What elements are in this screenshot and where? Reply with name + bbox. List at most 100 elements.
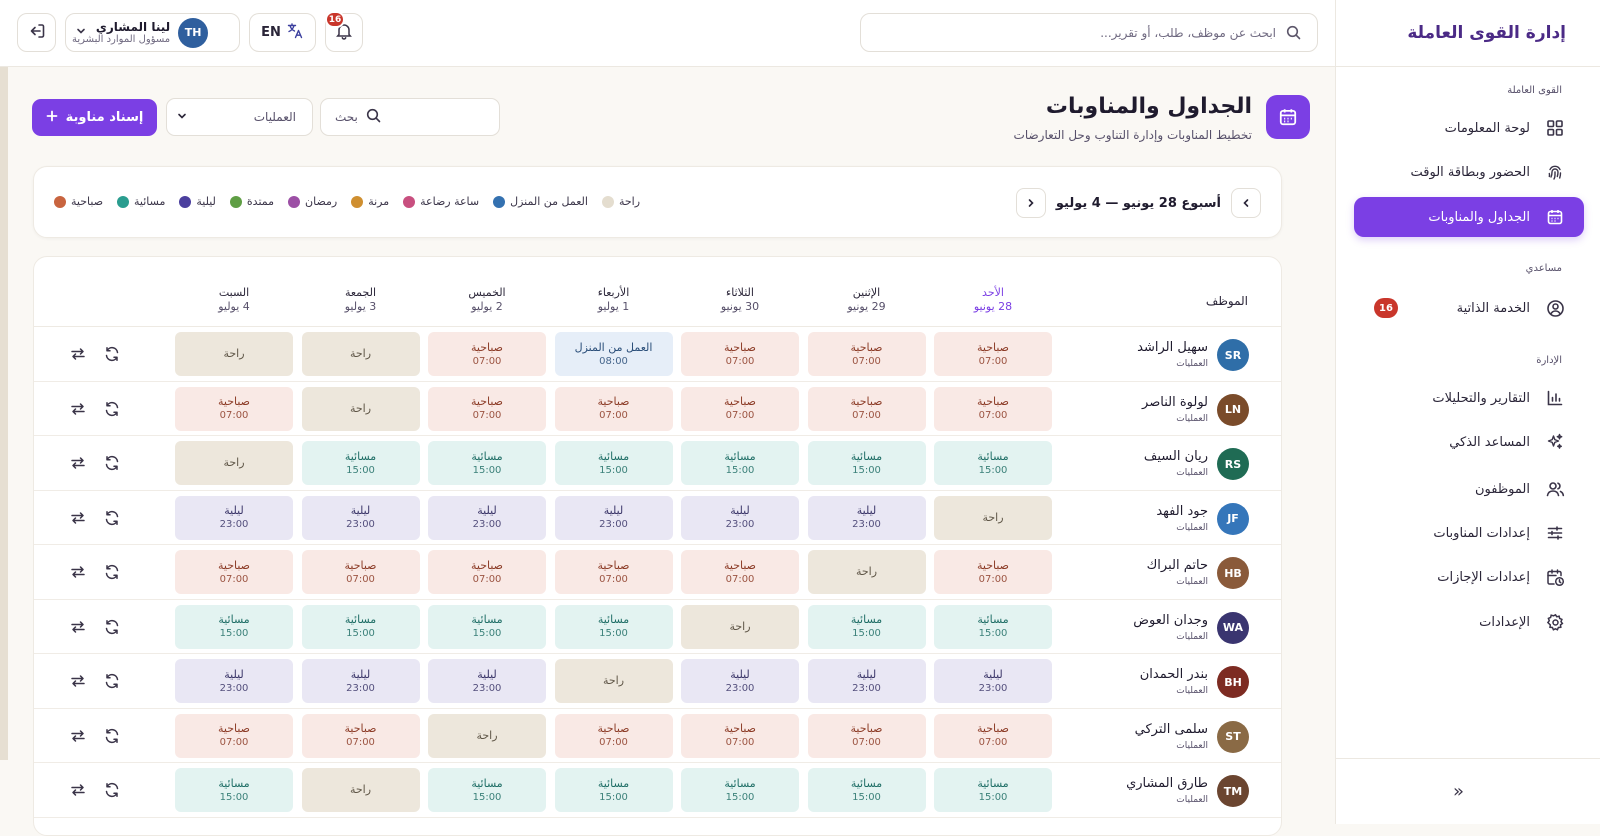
- shift-cell[interactable]: صباحية 07:00: [554, 550, 673, 594]
- prev-week-button[interactable]: [1231, 188, 1261, 218]
- shift-cell[interactable]: راحة: [301, 768, 420, 812]
- sidebar-item-ai-assistant[interactable]: المساعد الذكي: [1354, 422, 1584, 462]
- employee-name[interactable]: لولوة الناصر: [1142, 395, 1208, 410]
- logout-button[interactable]: [17, 13, 56, 52]
- shift-cell[interactable]: راحة: [175, 332, 293, 376]
- shift-cell[interactable]: ليلية 23:00: [175, 659, 293, 703]
- shift-cell[interactable]: صباحية 07:00: [807, 713, 926, 758]
- sidebar-item-self-service[interactable]: الخدمة الذاتية 16: [1354, 288, 1584, 328]
- shift-cell[interactable]: مسائية 15:00: [301, 604, 420, 649]
- swap-icon[interactable]: [68, 399, 88, 419]
- shift-cell[interactable]: العمل من المنزل 08:00: [554, 332, 673, 376]
- shift-cell[interactable]: صباحية 07:00: [554, 713, 673, 758]
- swap-icon[interactable]: [68, 617, 88, 637]
- shift-cell[interactable]: راحة: [934, 495, 1052, 540]
- shift-cell[interactable]: مسائية 15:00: [807, 604, 926, 649]
- refresh-icon[interactable]: [102, 453, 122, 473]
- refresh-icon[interactable]: [102, 617, 122, 637]
- refresh-icon[interactable]: [102, 562, 122, 582]
- shift-cell[interactable]: راحة: [428, 713, 546, 758]
- shift-cell[interactable]: مسائية 15:00: [554, 604, 673, 649]
- sidebar-item-schedules[interactable]: الجداول والمناوبات: [1354, 197, 1584, 237]
- refresh-icon[interactable]: [102, 508, 122, 528]
- shift-cell[interactable]: مسائية 15:00: [681, 441, 799, 485]
- swap-icon[interactable]: [68, 780, 88, 800]
- employee-name[interactable]: بندر الحمدان: [1140, 667, 1208, 682]
- global-search-input[interactable]: ابحث عن موظف، طلب، أو تقرير...: [860, 13, 1318, 52]
- shift-cell[interactable]: ليلية 23:00: [554, 495, 673, 540]
- department-select[interactable]: العمليات: [166, 98, 313, 136]
- swap-icon[interactable]: [68, 671, 88, 691]
- shift-cell[interactable]: مسائية 15:00: [175, 768, 293, 812]
- schedule-search-input[interactable]: بحث: [320, 98, 500, 136]
- employee-name[interactable]: حاتم البراك: [1147, 558, 1208, 573]
- shift-cell[interactable]: صباحية 07:00: [681, 332, 799, 376]
- refresh-icon[interactable]: [102, 671, 122, 691]
- shift-cell[interactable]: ليلية 23:00: [807, 659, 926, 703]
- refresh-icon[interactable]: [102, 344, 122, 364]
- shift-cell[interactable]: ليلية 23:00: [175, 495, 293, 540]
- scrollbar[interactable]: [0, 67, 8, 760]
- shift-cell[interactable]: صباحية 07:00: [681, 550, 799, 594]
- shift-cell[interactable]: مسائية 15:00: [807, 441, 926, 485]
- shift-cell[interactable]: راحة: [301, 386, 420, 431]
- shift-cell[interactable]: صباحية 07:00: [175, 550, 293, 594]
- shift-cell[interactable]: ليلية 23:00: [301, 659, 420, 703]
- shift-cell[interactable]: صباحية 07:00: [301, 713, 420, 758]
- shift-cell[interactable]: ليلية 23:00: [934, 659, 1052, 703]
- swap-icon[interactable]: [68, 562, 88, 582]
- app-brand[interactable]: إدارة القوى العاملة: [1336, 0, 1600, 67]
- shift-cell[interactable]: صباحية 07:00: [554, 386, 673, 431]
- sidebar-item-leave-settings[interactable]: إعدادات الإجازات: [1354, 557, 1584, 597]
- swap-icon[interactable]: [68, 726, 88, 746]
- shift-cell[interactable]: مسائية 15:00: [807, 768, 926, 812]
- shift-cell[interactable]: ليلية 23:00: [681, 659, 799, 703]
- shift-cell[interactable]: مسائية 15:00: [175, 604, 293, 649]
- employee-name[interactable]: وجدان العوض: [1133, 613, 1208, 628]
- shift-cell[interactable]: صباحية 07:00: [934, 550, 1052, 594]
- shift-cell[interactable]: مسائية 15:00: [428, 604, 546, 649]
- swap-icon[interactable]: [68, 344, 88, 364]
- language-toggle[interactable]: EN: [249, 13, 316, 52]
- next-week-button[interactable]: [1015, 188, 1046, 218]
- swap-icon[interactable]: [68, 453, 88, 473]
- notifications-button[interactable]: 16: [325, 11, 363, 52]
- shift-cell[interactable]: مسائية 15:00: [681, 768, 799, 812]
- shift-cell[interactable]: صباحية 07:00: [175, 386, 293, 431]
- shift-cell[interactable]: راحة: [554, 659, 673, 703]
- shift-cell[interactable]: صباحية 07:00: [934, 386, 1052, 431]
- shift-cell[interactable]: مسائية 15:00: [554, 768, 673, 812]
- sidebar-item-attendance[interactable]: الحضور وبطاقة الوقت: [1354, 152, 1584, 192]
- shift-cell[interactable]: صباحية 07:00: [301, 550, 420, 594]
- shift-cell[interactable]: صباحية 07:00: [807, 332, 926, 376]
- sidebar-item-employees[interactable]: الموظفون: [1354, 469, 1584, 509]
- shift-cell[interactable]: راحة: [681, 604, 799, 649]
- sidebar-item-dashboard[interactable]: لوحة المعلومات: [1354, 108, 1584, 148]
- shift-cell[interactable]: مسائية 15:00: [428, 441, 546, 485]
- assign-shift-button[interactable]: إسناد مناوبة: [32, 99, 157, 136]
- shift-cell[interactable]: مسائية 15:00: [301, 441, 420, 485]
- shift-cell[interactable]: صباحية 07:00: [934, 332, 1052, 376]
- shift-cell[interactable]: صباحية 07:00: [934, 713, 1052, 758]
- shift-cell[interactable]: صباحية 07:00: [807, 386, 926, 431]
- employee-name[interactable]: ريان السيف: [1144, 449, 1208, 464]
- shift-cell[interactable]: مسائية 15:00: [934, 604, 1052, 649]
- shift-cell[interactable]: مسائية 15:00: [428, 768, 546, 812]
- employee-name[interactable]: جود الفهد: [1156, 504, 1208, 519]
- refresh-icon[interactable]: [102, 780, 122, 800]
- shift-cell[interactable]: ليلية 23:00: [428, 495, 546, 540]
- swap-icon[interactable]: [68, 508, 88, 528]
- shift-cell[interactable]: صباحية 07:00: [428, 386, 546, 431]
- employee-name[interactable]: سلمى التركي: [1135, 722, 1208, 737]
- shift-cell[interactable]: مسائية 15:00: [934, 441, 1052, 485]
- sidebar-item-reports[interactable]: التقارير والتحليلات: [1354, 378, 1584, 418]
- shift-cell[interactable]: راحة: [807, 550, 926, 594]
- collapse-sidebar-button[interactable]: «: [1453, 781, 1464, 802]
- shift-cell[interactable]: صباحية 07:00: [428, 332, 546, 376]
- shift-cell[interactable]: صباحية 07:00: [681, 386, 799, 431]
- shift-cell[interactable]: صباحية 07:00: [428, 550, 546, 594]
- sidebar-item-shift-settings[interactable]: إعدادات المناوبات: [1354, 513, 1584, 553]
- shift-cell[interactable]: مسائية 15:00: [554, 441, 673, 485]
- employee-name[interactable]: طارق المشاري: [1126, 776, 1208, 791]
- shift-cell[interactable]: ليلية 23:00: [681, 495, 799, 540]
